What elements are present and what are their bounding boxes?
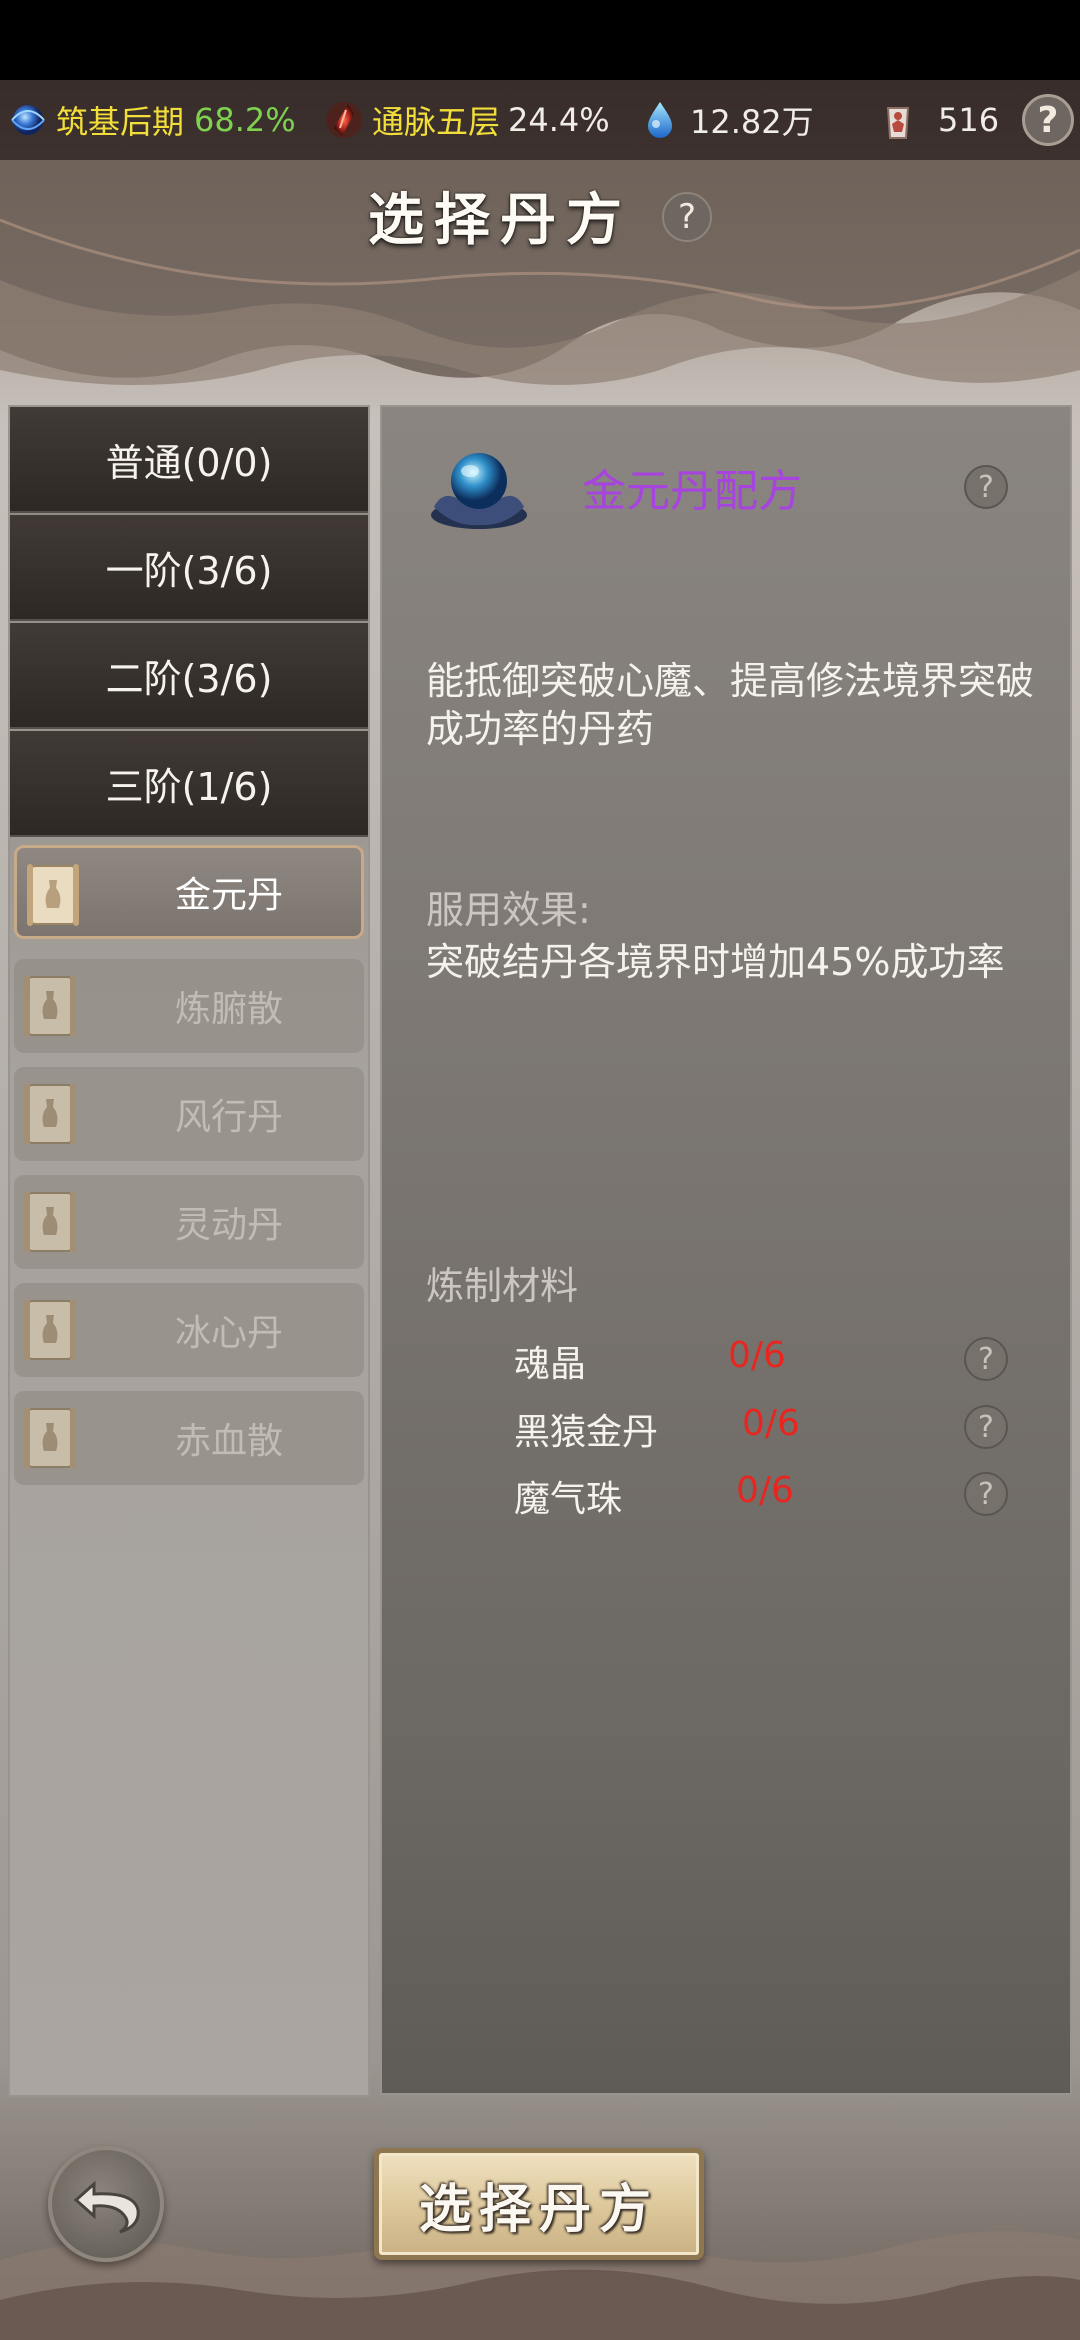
select-recipe-button[interactable]: 选择丹方: [374, 2148, 704, 2260]
tier-tab-1[interactable]: 一阶(3/6): [10, 515, 368, 621]
token-stat[interactable]: 516: [876, 80, 999, 160]
material-help-button[interactable]: ?: [964, 1405, 1008, 1449]
recipe-detail-panel: 金元丹配方 ? 能抵御突破心魔、提高修法境界突破成功率的丹药 服用效果: 突破结…: [380, 405, 1072, 2095]
scroll-icon: [24, 975, 76, 1037]
material-count: 0/6: [742, 1403, 800, 1444]
recipe-item-chixue[interactable]: 赤血散: [14, 1391, 364, 1485]
material-count: 0/6: [736, 1470, 794, 1511]
recipe-item-lingdong[interactable]: 灵动丹: [14, 1175, 364, 1269]
water-drop-icon: [648, 102, 672, 138]
recipe-item-label: 炼腑散: [174, 989, 283, 1030]
recipe-description: 能抵御突破心魔、提高修法境界突破成功率的丹药: [426, 659, 1035, 751]
material-name: 黑猿金丹: [514, 1412, 659, 1453]
recipe-item-lianfu[interactable]: 炼腑散: [14, 959, 364, 1053]
page-header: 选择丹方 ?: [0, 170, 1080, 260]
material-name: 魔气珠: [514, 1479, 623, 1520]
realm-progress: 68.2%: [194, 101, 296, 139]
meridian-label: 通脉五层: [372, 103, 501, 141]
tier-tab-normal[interactable]: 普通(0/0): [10, 407, 368, 513]
scroll-icon: [24, 1299, 76, 1361]
top-help-button[interactable]: ?: [1022, 94, 1074, 146]
scroll-icon: [24, 1407, 76, 1469]
recipe-list-panel: 普通(0/0) 一阶(3/6) 二阶(3/6) 三阶(1/6) 金元丹 炼腑散 …: [8, 405, 370, 2097]
recipe-item-label: 赤血散: [174, 1421, 283, 1462]
resource-bar: 筑基后期 68.2% 通脉五层 24.4% 12.82万 516: [0, 80, 1080, 160]
meridian-progress: 24.4%: [508, 101, 610, 139]
recipe-help-button[interactable]: ?: [964, 465, 1008, 509]
realm-label: 筑基后期: [56, 103, 185, 141]
scroll-icon: [24, 1191, 76, 1253]
tier-tab-3[interactable]: 三阶(1/6): [10, 731, 368, 837]
system-status-area: [0, 0, 1080, 80]
material-help-button[interactable]: ?: [964, 1472, 1008, 1516]
effect-text: 突破结丹各境界时增加45%成功率: [426, 940, 1005, 984]
page-title: 选择丹方: [368, 186, 632, 253]
spirit-orb-icon: [11, 105, 45, 135]
material-count: 0/6: [728, 1335, 786, 1376]
recipe-item-label: 风行丹: [174, 1097, 283, 1138]
meridian-stat[interactable]: 通脉五层 24.4%: [322, 80, 610, 160]
scroll-icon: [27, 864, 79, 926]
lotus-orb-icon: [431, 453, 527, 529]
recipe-item-jinyuan[interactable]: 金元丹: [14, 845, 364, 939]
recipe-item-fengxing[interactable]: 风行丹: [14, 1067, 364, 1161]
recipe-item-label: 金元丹: [174, 875, 283, 916]
recipe-item-label: 冰心丹: [174, 1313, 283, 1354]
material-row: 魔气珠 0/6 ?: [382, 1464, 1072, 1524]
recipe-item-bingxin[interactable]: 冰心丹: [14, 1283, 364, 1377]
recipe-detail-title: 金元丹配方: [582, 466, 802, 517]
spirit-stone-count: 12.82万: [690, 103, 814, 141]
material-name: 魂晶: [514, 1344, 587, 1385]
token-count: 516: [938, 101, 1000, 139]
recipe-item-label: 灵动丹: [174, 1205, 283, 1246]
effect-label: 服用效果:: [426, 888, 591, 932]
materials-label: 炼制材料: [426, 1264, 579, 1308]
title-help-button[interactable]: ?: [662, 192, 712, 242]
scroll-icon: [24, 1083, 76, 1145]
material-row: 黑猿金丹 0/6 ?: [382, 1397, 1072, 1457]
spirit-stone-stat[interactable]: 12.82万: [638, 80, 814, 160]
back-arrow-icon: [73, 2180, 140, 2234]
material-row: 魂晶 0/6 ?: [382, 1329, 1072, 1389]
blood-crystal-icon: [326, 102, 362, 138]
select-recipe-button-label: 选择丹方: [418, 2178, 659, 2240]
material-help-button[interactable]: ?: [964, 1337, 1008, 1381]
back-button[interactable]: [48, 2146, 164, 2262]
figure-token-icon: [886, 107, 910, 139]
tier-tab-2[interactable]: 二阶(3/6): [10, 623, 368, 729]
realm-stat[interactable]: 筑基后期 68.2%: [6, 80, 296, 160]
